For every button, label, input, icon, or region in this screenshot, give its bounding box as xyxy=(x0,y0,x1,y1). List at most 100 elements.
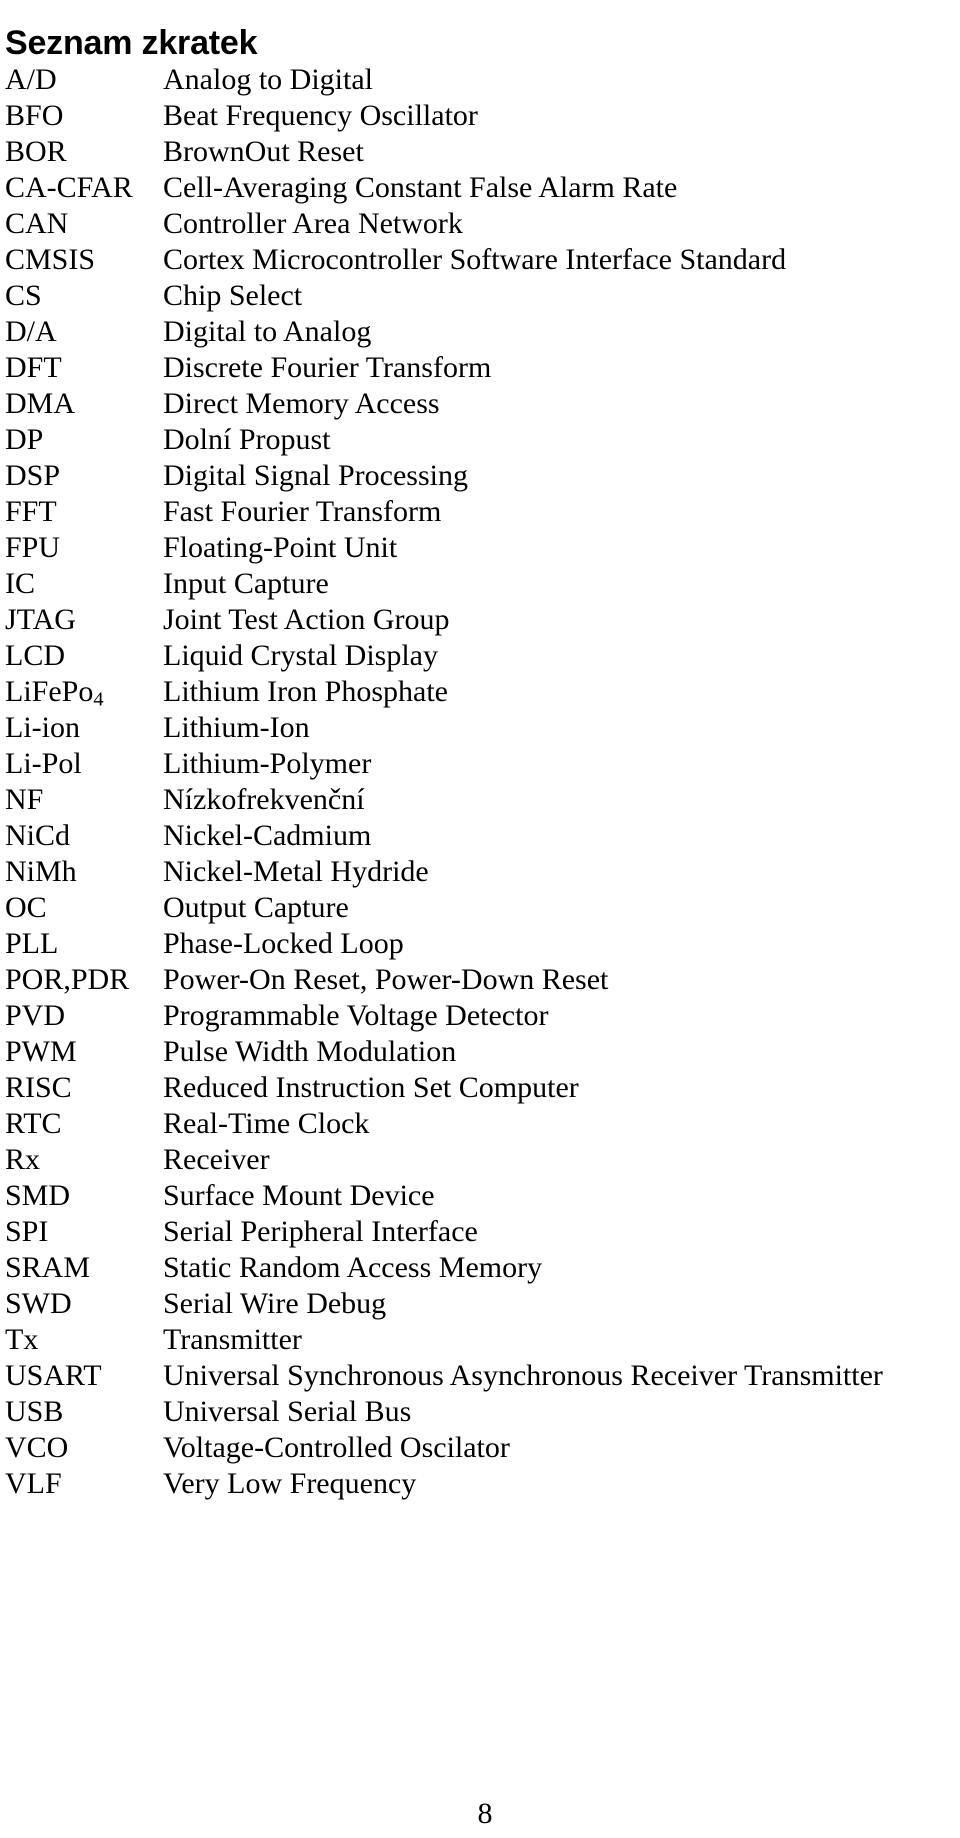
abbreviation-definition: Discrete Fourier Transform xyxy=(163,351,492,384)
abbreviation-definition: Real-Time Clock xyxy=(163,1107,370,1140)
abbreviation-term: NiCd xyxy=(5,819,71,852)
abbreviation-definition: Liquid Crystal Display xyxy=(163,639,438,672)
abbreviation-row: USART Universal Synchronous Asynchronous … xyxy=(0,1358,960,1394)
abbreviation-term: VCO xyxy=(5,1431,69,1464)
abbreviation-term: Tx xyxy=(5,1323,39,1356)
abbreviation-term: DMA xyxy=(5,387,76,420)
abbreviation-term: USB xyxy=(5,1395,64,1428)
abbreviation-term: D/A xyxy=(5,315,57,348)
abbreviation-row: VLF Very Low Frequency xyxy=(0,1466,960,1502)
abbreviation-definition: Serial Peripheral Interface xyxy=(163,1215,478,1248)
abbreviation-term: BFO xyxy=(5,99,64,132)
abbreviation-row: Tx Transmitter xyxy=(0,1322,960,1358)
abbreviation-definition: Input Capture xyxy=(163,567,329,600)
abbreviation-row: NiMh Nickel-Metal Hydride xyxy=(0,854,960,890)
abbreviation-definition: Power-On Reset, Power-Down Reset xyxy=(163,963,609,996)
abbreviation-term: SMD xyxy=(5,1179,71,1212)
abbreviation-definition: Static Random Access Memory xyxy=(163,1251,543,1284)
abbreviation-term: A/D xyxy=(5,63,57,96)
abbreviation-row: PWM Pulse Width Modulation xyxy=(0,1034,960,1070)
abbreviation-definition: Direct Memory Access xyxy=(163,387,440,420)
abbreviation-term: RISC xyxy=(5,1071,72,1104)
abbreviation-row: LiFePo4 Lithium Iron Phosphate xyxy=(0,674,960,710)
abbreviation-definition: Nickel-Metal Hydride xyxy=(163,855,429,888)
abbreviation-row: SWD Serial Wire Debug xyxy=(0,1286,960,1322)
abbreviation-term: SRAM xyxy=(5,1251,91,1284)
abbreviation-row: DMA Direct Memory Access xyxy=(0,386,960,422)
abbreviation-term: PLL xyxy=(5,927,59,960)
abbreviation-definition: Floating-Point Unit xyxy=(163,531,398,564)
abbreviation-definition: Cortex Microcontroller Software Interfac… xyxy=(163,243,787,276)
abbreviation-definition: Cell-Averaging Constant False Alarm Rate xyxy=(163,171,678,204)
abbreviation-definition: Very Low Frequency xyxy=(163,1467,417,1500)
page-title: Seznam zkratek xyxy=(5,23,258,62)
abbreviation-row: POR,PDR Power-On Reset, Power-Down Reset xyxy=(0,962,960,998)
abbreviation-row: PLL Phase-Locked Loop xyxy=(0,926,960,962)
abbreviation-term: LCD xyxy=(5,639,65,672)
abbreviation-row: RISC Reduced Instruction Set Computer xyxy=(0,1070,960,1106)
abbreviation-definition: Reduced Instruction Set Computer xyxy=(163,1071,579,1104)
abbreviation-row: USB Universal Serial Bus xyxy=(0,1394,960,1430)
abbreviation-row: SRAM Static Random Access Memory xyxy=(0,1250,960,1286)
page-number: 8 xyxy=(477,1797,493,1830)
abbreviation-term: USART xyxy=(5,1359,102,1392)
abbreviation-definition: Lithium-Polymer xyxy=(163,747,372,780)
abbreviation-term: DP xyxy=(5,423,44,456)
abbreviation-row: CS Chip Select xyxy=(0,278,960,314)
abbreviation-definition: Fast Fourier Transform xyxy=(163,495,442,528)
abbreviation-term: Li-ion xyxy=(5,711,80,744)
abbreviation-definition: Serial Wire Debug xyxy=(163,1287,387,1320)
abbreviation-term: RTC xyxy=(5,1107,62,1140)
abbreviation-term: BOR xyxy=(5,135,67,168)
document-page: Seznam zkratek A/D Analog to Digital BFO Be… xyxy=(0,0,960,1838)
abbreviation-row: IC Input Capture xyxy=(0,566,960,602)
abbreviation-term: SWD xyxy=(5,1287,72,1320)
abbreviation-term: JTAG xyxy=(5,603,76,636)
abbreviation-definition: Voltage-Controlled Oscilator xyxy=(163,1431,510,1464)
abbreviation-definition: Programmable Voltage Detector xyxy=(163,999,549,1032)
abbreviation-term: CA-CFAR xyxy=(5,171,133,204)
abbreviation-definition: Dolní Propust xyxy=(163,423,331,456)
abbreviation-definition: Nickel-Cadmium xyxy=(163,819,372,852)
abbreviation-row: SMD Surface Mount Device xyxy=(0,1178,960,1214)
abbreviation-term: SPI xyxy=(5,1215,49,1248)
abbreviation-term: IC xyxy=(5,567,35,600)
abbreviation-row: Rx Receiver xyxy=(0,1142,960,1178)
abbreviation-definition: BrownOut Reset xyxy=(163,135,364,168)
abbreviation-term-subscript: 4 xyxy=(93,688,104,711)
abbreviation-definition: Lithium Iron Phosphate xyxy=(163,675,448,708)
abbreviation-row: FFT Fast Fourier Transform xyxy=(0,494,960,530)
abbreviation-term: PWM xyxy=(5,1035,77,1068)
abbreviation-definition: Receiver xyxy=(163,1143,270,1176)
abbreviation-term: VLF xyxy=(5,1467,62,1500)
abbreviation-term: NiMh xyxy=(5,855,77,888)
abbreviation-term: CS xyxy=(5,279,42,312)
abbreviation-row: CAN Controller Area Network xyxy=(0,206,960,242)
abbreviation-row: JTAG Joint Test Action Group xyxy=(0,602,960,638)
abbreviation-row: OC Output Capture xyxy=(0,890,960,926)
abbreviation-definition: Phase-Locked Loop xyxy=(163,927,404,960)
abbreviation-definition: Joint Test Action Group xyxy=(163,603,450,636)
abbreviation-term: FFT xyxy=(5,495,57,528)
abbreviation-row: DSP Digital Signal Processing xyxy=(0,458,960,494)
abbreviation-term: CAN xyxy=(5,207,69,240)
abbreviation-term: OC xyxy=(5,891,47,924)
abbreviation-row: CMSIS Cortex Microcontroller Software Int… xyxy=(0,242,960,278)
abbreviation-definition: Nízkofrekvenční xyxy=(163,783,365,816)
abbreviation-definition: Digital to Analog xyxy=(163,315,372,348)
abbreviation-term: POR,PDR xyxy=(5,963,130,996)
abbreviation-row: LCD Liquid Crystal Display xyxy=(0,638,960,674)
abbreviation-row: NF Nízkofrekvenční xyxy=(0,782,960,818)
abbreviation-term: DSP xyxy=(5,459,61,492)
abbreviation-row: NiCd Nickel-Cadmium xyxy=(0,818,960,854)
abbreviation-definition: Analog to Digital xyxy=(163,63,373,96)
abbreviation-row: PVD Programmable Voltage Detector xyxy=(0,998,960,1034)
abbreviation-term: LiFePo4 xyxy=(5,675,104,711)
abbreviation-term: NF xyxy=(5,783,44,816)
abbreviation-row: FPU Floating-Point Unit xyxy=(0,530,960,566)
abbreviation-definition: Transmitter xyxy=(163,1323,302,1356)
abbreviation-definition: Universal Synchronous Asynchronous Recei… xyxy=(163,1359,883,1392)
abbreviation-row: VCO Voltage-Controlled Oscilator xyxy=(0,1430,960,1466)
abbreviation-term: PVD xyxy=(5,999,66,1032)
abbreviation-term: Li-Pol xyxy=(5,747,82,780)
